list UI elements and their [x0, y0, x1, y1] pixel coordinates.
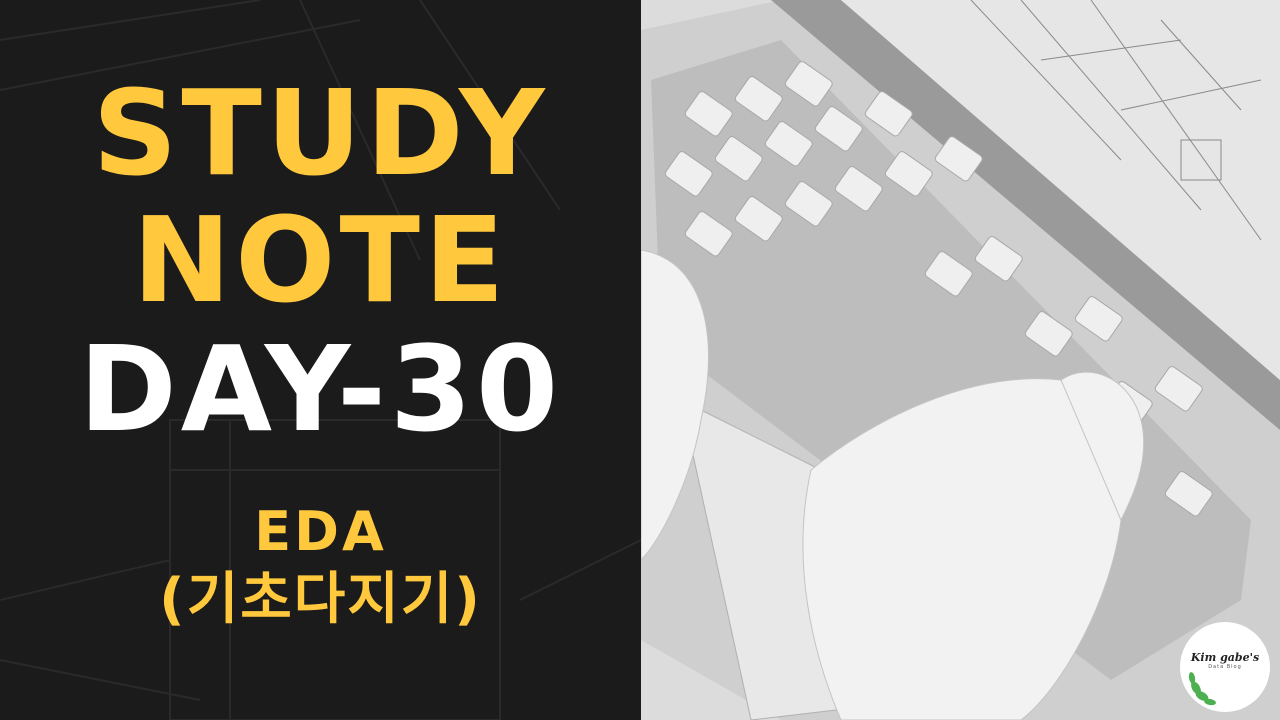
title-panel: STUDY NOTE DAY-30 EDA (기초다지기)	[0, 0, 641, 720]
leaf-icon	[1188, 672, 1216, 706]
blog-logo[interactable]: Kim gabe's Data Blog	[1180, 622, 1270, 712]
photo-panel	[641, 0, 1280, 720]
laptop-keyboard-photo	[641, 0, 1280, 720]
subtitle-topic: EDA	[254, 500, 387, 563]
subtitle-detail: (기초다지기)	[159, 567, 482, 632]
headline-day: DAY-30	[78, 320, 563, 458]
headline-study: STUDY	[92, 64, 549, 202]
headline-note: NOTE	[132, 191, 509, 329]
